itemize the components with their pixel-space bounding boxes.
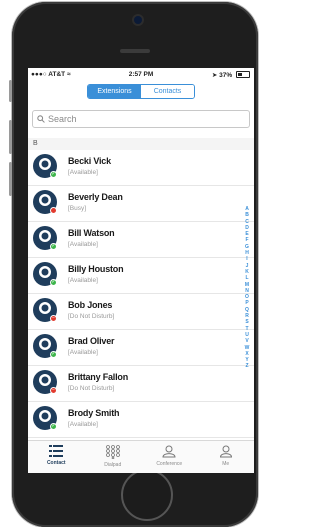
tab-dialpad-label: Dialpad — [104, 462, 122, 468]
contact-row[interactable]: − Bob Jones [Do Not Disturb] — [28, 294, 254, 330]
search-icon — [37, 115, 45, 123]
contact-status: [Do Not Disturb] — [68, 385, 115, 392]
search-input[interactable] — [48, 114, 238, 124]
presence-dot: − — [50, 387, 57, 394]
contacts-segmented-control: Extensions Contacts — [87, 84, 195, 99]
presence-dot: ✓ — [50, 171, 57, 178]
contacts-list-icon — [49, 445, 64, 457]
app-screen: ●●●○ AT&T ≈ 2:57 PM ➤ 37% Extensions Con… — [28, 68, 254, 473]
contact-list: ✓ Becki Vick [Available] Beverly Dean [Busy]… — [28, 150, 254, 438]
battery-indicator: ➤ 37% — [212, 71, 250, 79]
contact-name: Brittany Fallon — [68, 372, 129, 382]
contact-name: Bill Watson — [68, 228, 115, 238]
contact-name: Billy Houston — [68, 264, 124, 274]
volume-down-button — [9, 162, 12, 196]
contact-status: [Available] — [68, 241, 98, 248]
contact-status: [Available] — [68, 277, 98, 284]
tab-me[interactable]: Me — [198, 441, 255, 473]
contact-name: Beverly Dean — [68, 192, 123, 202]
location-icon: ➤ — [211, 72, 218, 79]
presence-dot: − — [50, 315, 57, 322]
earpiece-speaker — [120, 49, 150, 53]
section-header: B — [28, 138, 254, 150]
presence-dot: ✓ — [50, 423, 57, 430]
contact-row[interactable]: Beverly Dean [Busy] — [28, 186, 254, 222]
contact-status: [Do Not Disturb] — [68, 313, 115, 320]
alphabet-index[interactable]: ABCDEFGHIJKLMNOPQRSTUVWXYZ — [242, 206, 252, 370]
contact-name: Bob Jones — [68, 300, 113, 310]
status-bar: ●●●○ AT&T ≈ 2:57 PM ➤ 37% — [28, 68, 254, 80]
contact-row[interactable]: ✓ Billy Houston [Available] — [28, 258, 254, 294]
search-box[interactable] — [32, 110, 250, 128]
tab-dialpad[interactable]: Dialpad — [85, 441, 142, 473]
tab-contacts[interactable]: Contacts — [141, 85, 194, 98]
contact-status: [Available] — [68, 169, 98, 176]
front-camera — [134, 16, 142, 24]
volume-up-button — [9, 120, 12, 154]
conference-icon — [162, 445, 176, 458]
tab-contact[interactable]: Contact — [28, 441, 85, 473]
battery-percent: 37% — [219, 72, 233, 79]
alphabet-index-letter[interactable]: Z — [245, 363, 248, 369]
contact-row[interactable]: ✓ Brad Oliver [Available] — [28, 330, 254, 366]
contact-status: [Busy] — [68, 205, 87, 212]
contact-name: Brody Smith — [68, 408, 120, 418]
battery-icon — [236, 71, 250, 78]
contact-name: Brad Oliver — [68, 336, 115, 346]
contact-row[interactable]: ✓ Becki Vick [Available] — [28, 150, 254, 186]
contact-row[interactable]: − Brittany Fallon [Do Not Disturb] — [28, 366, 254, 402]
contact-row[interactable]: ✓ Brody Smith [Available] — [28, 402, 254, 438]
home-button[interactable] — [121, 469, 173, 521]
presence-dot: ✓ — [50, 243, 57, 250]
bottom-tab-bar: Contact Dialpad Conference Me — [28, 440, 254, 473]
presence-dot — [50, 207, 57, 214]
presence-dot: ✓ — [50, 279, 57, 286]
tab-extensions[interactable]: Extensions — [88, 85, 141, 98]
contact-status: [Available] — [68, 349, 98, 356]
contact-status: [Available] — [68, 421, 98, 428]
contact-name: Becki Vick — [68, 156, 111, 166]
dialpad-icon — [105, 445, 120, 459]
contact-row[interactable]: ✓ Bill Watson [Available] — [28, 222, 254, 258]
tab-contact-label: Contact — [46, 460, 66, 466]
tab-conference[interactable]: Conference — [141, 441, 198, 473]
person-icon — [219, 445, 232, 458]
tab-me-label: Me — [222, 461, 230, 467]
presence-dot: ✓ — [50, 351, 57, 358]
tab-conference-label: Conference — [156, 461, 183, 467]
